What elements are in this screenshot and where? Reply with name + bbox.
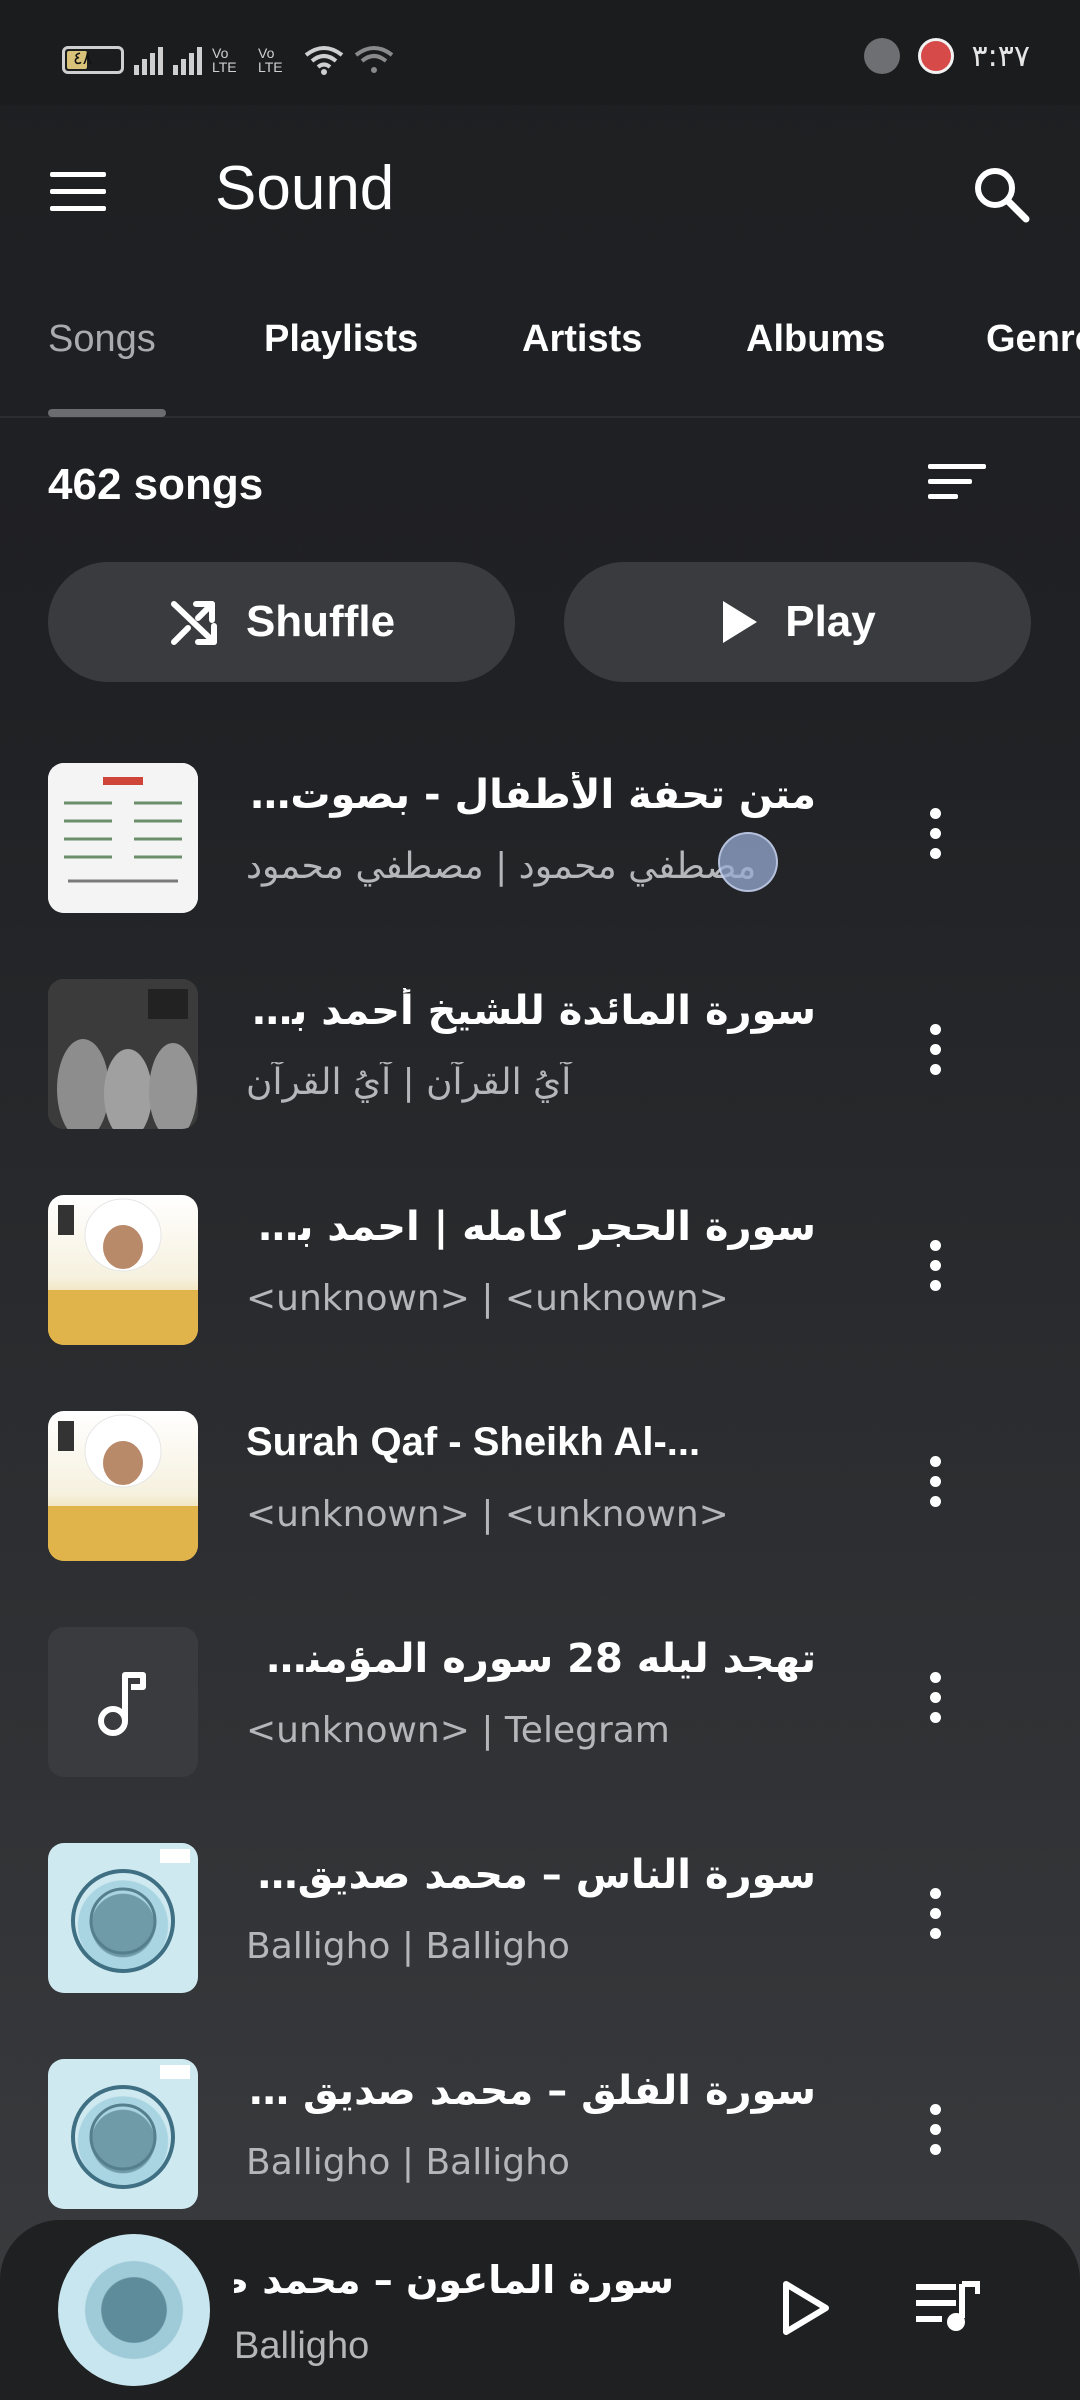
song-title: سورة الفلق – محمد صديق ا... xyxy=(246,2068,816,2114)
signal-icon xyxy=(134,45,163,75)
song-title: تهجد ليله 28 سوره المؤمنو... xyxy=(246,1636,816,1682)
more-options-icon[interactable] xyxy=(920,1888,950,1948)
song-subtitle: <unknown> | <unknown> xyxy=(246,1494,729,1535)
song-row[interactable]: تهجد ليله 28 سوره المؤمنو... <unknown> |… xyxy=(0,1594,1080,1810)
album-art xyxy=(48,1627,198,1777)
more-options-icon[interactable] xyxy=(920,1024,950,1084)
shuffle-label: Shuffle xyxy=(245,597,396,646)
album-art xyxy=(48,763,198,913)
song-subtitle: <unknown> | <unknown> xyxy=(246,1278,729,1319)
now-playing-art xyxy=(58,2234,210,2386)
play-label: Play xyxy=(785,597,876,646)
more-options-icon[interactable] xyxy=(920,1240,950,1300)
song-subtitle: آيُ القرآن | آيُ القرآن xyxy=(246,1062,572,1103)
status-bar: ٤٨ Vo LTE Vo LTE ٣:٣٧ xyxy=(0,0,1080,105)
song-title: سورة الناس – محمد صديق ... xyxy=(246,1852,816,1898)
signal-icon-2 xyxy=(173,45,202,75)
album-art xyxy=(48,2059,198,2209)
wifi-icon xyxy=(304,46,344,75)
song-row[interactable]: Surah Qaf - Sheikh Al-... <unknown> | <u… xyxy=(0,1378,1080,1594)
search-icon[interactable] xyxy=(970,163,1032,225)
tab-bar: Songs Playlists Artists Albums Genre xyxy=(0,275,1080,418)
app-notification-icon xyxy=(917,38,954,74)
play-icon xyxy=(723,601,758,643)
more-options-icon[interactable] xyxy=(920,1456,950,1516)
song-row[interactable]: سورة الناس – محمد صديق ... Balligho | Ba… xyxy=(0,1810,1080,2026)
song-row[interactable]: متن تحفة الأطفال - بصوت ... مصطفي محمود … xyxy=(0,730,1080,946)
notification-icon xyxy=(863,38,900,74)
more-options-icon[interactable] xyxy=(920,1672,950,1732)
status-left-icons: ٤٨ Vo LTE Vo LTE xyxy=(62,40,394,80)
song-row[interactable]: سورة الحجر كامله | احمد بـ... <unknown> … xyxy=(0,1162,1080,1378)
song-title: سورة الحجر كامله | احمد بـ... xyxy=(246,1204,816,1250)
music-note-icon xyxy=(98,1672,146,1736)
now-playing-subtitle: Balligho xyxy=(234,2325,370,2367)
app-bar: Sound xyxy=(0,105,1080,275)
tab-songs[interactable]: Songs xyxy=(48,318,156,361)
song-subtitle: <unknown> | Telegram xyxy=(246,1710,670,1751)
tab-artists[interactable]: Artists xyxy=(522,318,642,361)
song-title: سورة المائدة للشيخ أحمد بـ... xyxy=(246,988,816,1034)
tab-albums[interactable]: Albums xyxy=(746,318,885,361)
tab-genre[interactable]: Genre xyxy=(986,318,1080,361)
shuffle-icon xyxy=(170,601,217,645)
album-art xyxy=(48,1411,198,1561)
battery-icon: ٤٨ xyxy=(62,46,124,74)
status-right-icons: ٣:٣٧ xyxy=(863,38,1030,74)
song-subtitle: Balligho | Balligho xyxy=(246,1926,570,1967)
song-title: Surah Qaf - Sheikh Al-... xyxy=(246,1420,701,1464)
status-time: ٣:٣٧ xyxy=(971,38,1030,74)
now-playing-title: سورة الماعون – محمد ص... xyxy=(234,2258,674,2302)
sort-icon[interactable] xyxy=(928,464,986,512)
volte-label-2: Vo LTE xyxy=(258,45,283,75)
volte-label: Vo LTE xyxy=(212,45,237,75)
hamburger-menu-icon[interactable] xyxy=(50,172,110,216)
mini-player[interactable]: سورة الماعون – محمد ص... Balligho xyxy=(0,2220,1080,2400)
wifi-icon-2 xyxy=(354,46,394,73)
more-options-icon[interactable] xyxy=(920,2104,950,2164)
play-all-button[interactable]: Play xyxy=(564,562,1031,682)
album-art xyxy=(48,979,198,1129)
mini-play-icon[interactable] xyxy=(780,2280,830,2336)
song-row[interactable]: سورة المائدة للشيخ أحمد بـ... آيُ القرآن… xyxy=(0,946,1080,1162)
album-art xyxy=(48,1195,198,1345)
song-subtitle: Balligho | Balligho xyxy=(246,2142,570,2183)
queue-icon[interactable] xyxy=(916,2278,980,2336)
tab-playlists[interactable]: Playlists xyxy=(264,318,418,361)
page-title: Sound xyxy=(215,154,395,223)
song-count: 462 songs xyxy=(48,460,264,509)
tab-indicator xyxy=(48,409,166,417)
touch-indicator xyxy=(718,832,778,892)
battery-level: ٤٨ xyxy=(73,48,93,68)
song-title: متن تحفة الأطفال - بصوت ... xyxy=(246,772,816,818)
shuffle-button[interactable]: Shuffle xyxy=(48,562,515,682)
more-options-icon[interactable] xyxy=(920,808,950,868)
song-row[interactable]: سورة الفلق – محمد صديق ا... Balligho | B… xyxy=(0,2026,1080,2242)
album-art xyxy=(48,1843,198,1993)
